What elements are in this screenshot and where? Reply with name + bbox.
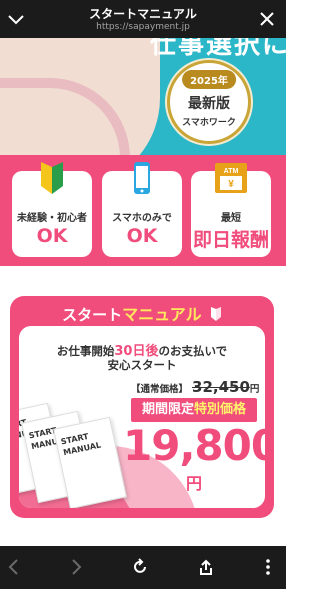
promo-title-prefix: スタート [62,306,123,324]
regular-price: 【通常価格】 32,450円 [131,378,259,396]
feature-value: OK [126,225,158,247]
feature-value: OK [36,225,68,247]
limited-offer-tag: 期間限定特別価格 [131,398,257,422]
hero-heading: 仕事選択に [150,38,286,60]
feature-card-smartphone: スマホのみで OK [102,162,182,257]
special-price-value: 19,800 [123,421,265,470]
more-icon[interactable] [258,557,278,577]
regular-price-unit: 円 [249,384,260,395]
hero-banner: 仕事選択に 2025年 最新版 スマホワーク [0,38,286,155]
start-manual-promo[interactable]: スタートマニュアル お仕事開始30日後のお支払いで 安心スタート START M… [10,296,274,518]
feature-label: 最短 [221,213,241,224]
back-icon[interactable] [4,557,24,577]
badge-line1: 最新版 [188,96,230,112]
special-price-unit: 円 [186,474,203,493]
special-price-text: 特別価格 [194,402,247,417]
browser-header: スタートマニュアル https://sapayment.jp [0,0,286,38]
badge-line2: スマホワーク [182,118,236,128]
payment-terms-a: お仕事開始 [56,344,115,358]
feature-value: 即日報酬 [192,229,269,251]
browser-toolbar [0,546,286,589]
atm-icon-label: ATM [224,168,239,175]
share-icon[interactable] [196,557,216,577]
promo-title-highlight: マニュアル [122,305,202,324]
badge-year: 2025年 [182,70,236,89]
url-text[interactable]: https://sapayment.jp [0,22,286,32]
close-icon[interactable] [256,8,278,30]
payment-terms-c: のお支払いで [158,344,228,358]
regular-price-label: 【通常価格】 [131,384,189,395]
latest-edition-badge: 2025年 最新版 スマホワーク [167,60,251,144]
feature-band: 未経験・初心者 OK スマホのみで OK ATM ¥ 最短 即日報酬 [0,155,286,266]
reload-icon[interactable] [130,557,150,577]
feature-card-beginner: 未経験・初心者 OK [12,162,92,257]
smartphone-icon [125,161,159,197]
page-title: スタートマニュアル [89,7,197,21]
regular-price-value: 32,450 [192,378,250,396]
promo-title: スタートマニュアル [10,301,274,325]
beginner-mark-icon [210,307,221,321]
limited-time-text: 期間限定 [141,402,194,417]
yen-symbol: ¥ [228,179,234,190]
atm-yen-icon: ATM ¥ [214,161,248,197]
forward-icon[interactable] [66,557,86,577]
promo-inner-card: お仕事開始30日後のお支払いで 安心スタート START MANUAL STAR… [19,326,265,508]
feature-label: スマホのみで [112,213,172,224]
beginner-mark-icon [35,161,69,197]
feature-card-payout: ATM ¥ 最短 即日報酬 [191,163,271,257]
feature-label: 未経験・初心者 [17,213,87,224]
safe-start-line: 安心スタート [107,358,177,372]
